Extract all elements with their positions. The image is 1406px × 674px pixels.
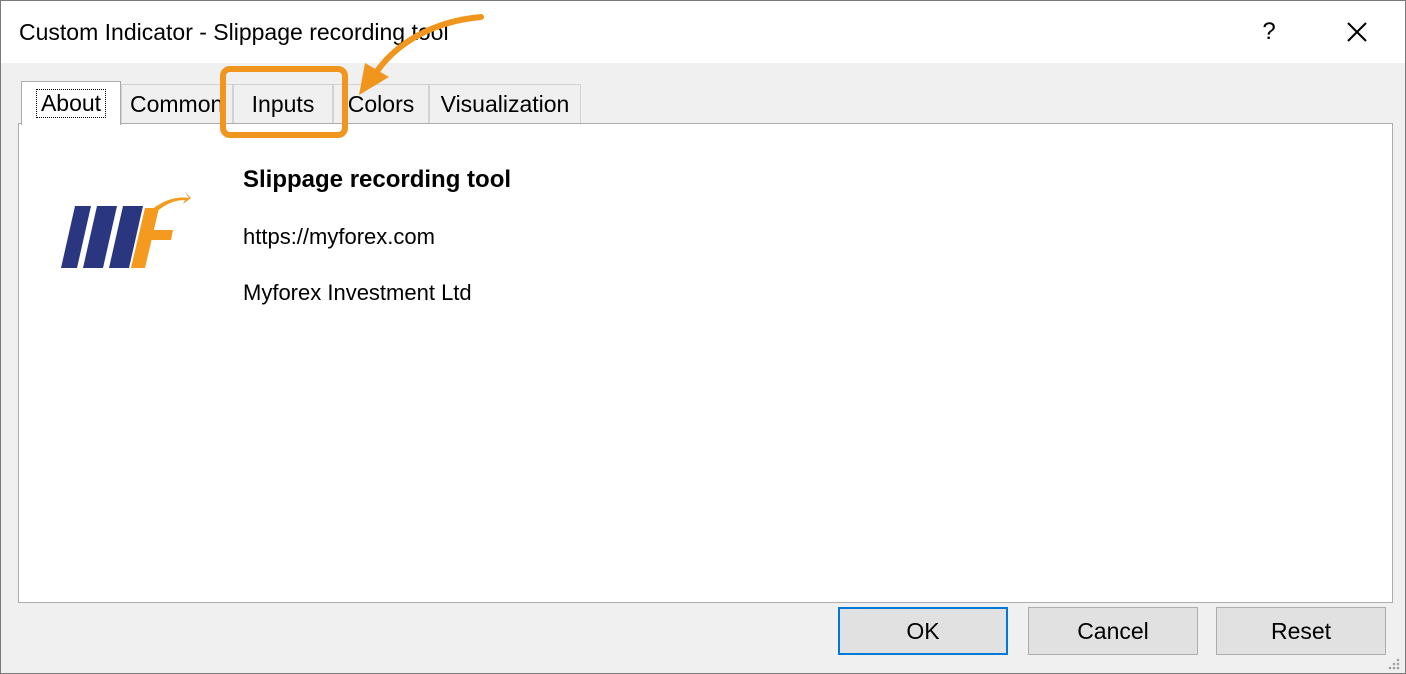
- about-title: Slippage recording tool: [243, 166, 512, 193]
- dialog-window: Custom Indicator - Slippage recording to…: [0, 0, 1406, 674]
- annotation-arrow-icon: [359, 14, 484, 95]
- tab-common-label: Common: [130, 91, 224, 117]
- myforex-logo: [61, 192, 191, 268]
- reset-button[interactable]: Reset: [1216, 607, 1386, 655]
- tab-common[interactable]: Common: [121, 84, 233, 124]
- cancel-button[interactable]: Cancel: [1028, 607, 1198, 655]
- close-button[interactable]: [1327, 9, 1387, 55]
- tab-inputs-label: Inputs: [251, 91, 315, 117]
- title-bar: Custom Indicator - Slippage recording to…: [1, 1, 1405, 63]
- about-panel: Slippage recording tool https://myforex.…: [18, 123, 1393, 603]
- help-button[interactable]: ?: [1239, 9, 1299, 55]
- tab-about[interactable]: About: [21, 81, 121, 125]
- tab-about-label: About: [35, 89, 107, 118]
- tab-inputs[interactable]: Inputs: [233, 84, 333, 124]
- resize-grip-icon[interactable]: [1385, 655, 1401, 671]
- close-icon: [1347, 22, 1367, 42]
- about-company: Myforex Investment Ltd: [243, 280, 472, 305]
- about-url: https://myforex.com: [243, 224, 435, 249]
- ok-button[interactable]: OK: [838, 607, 1008, 655]
